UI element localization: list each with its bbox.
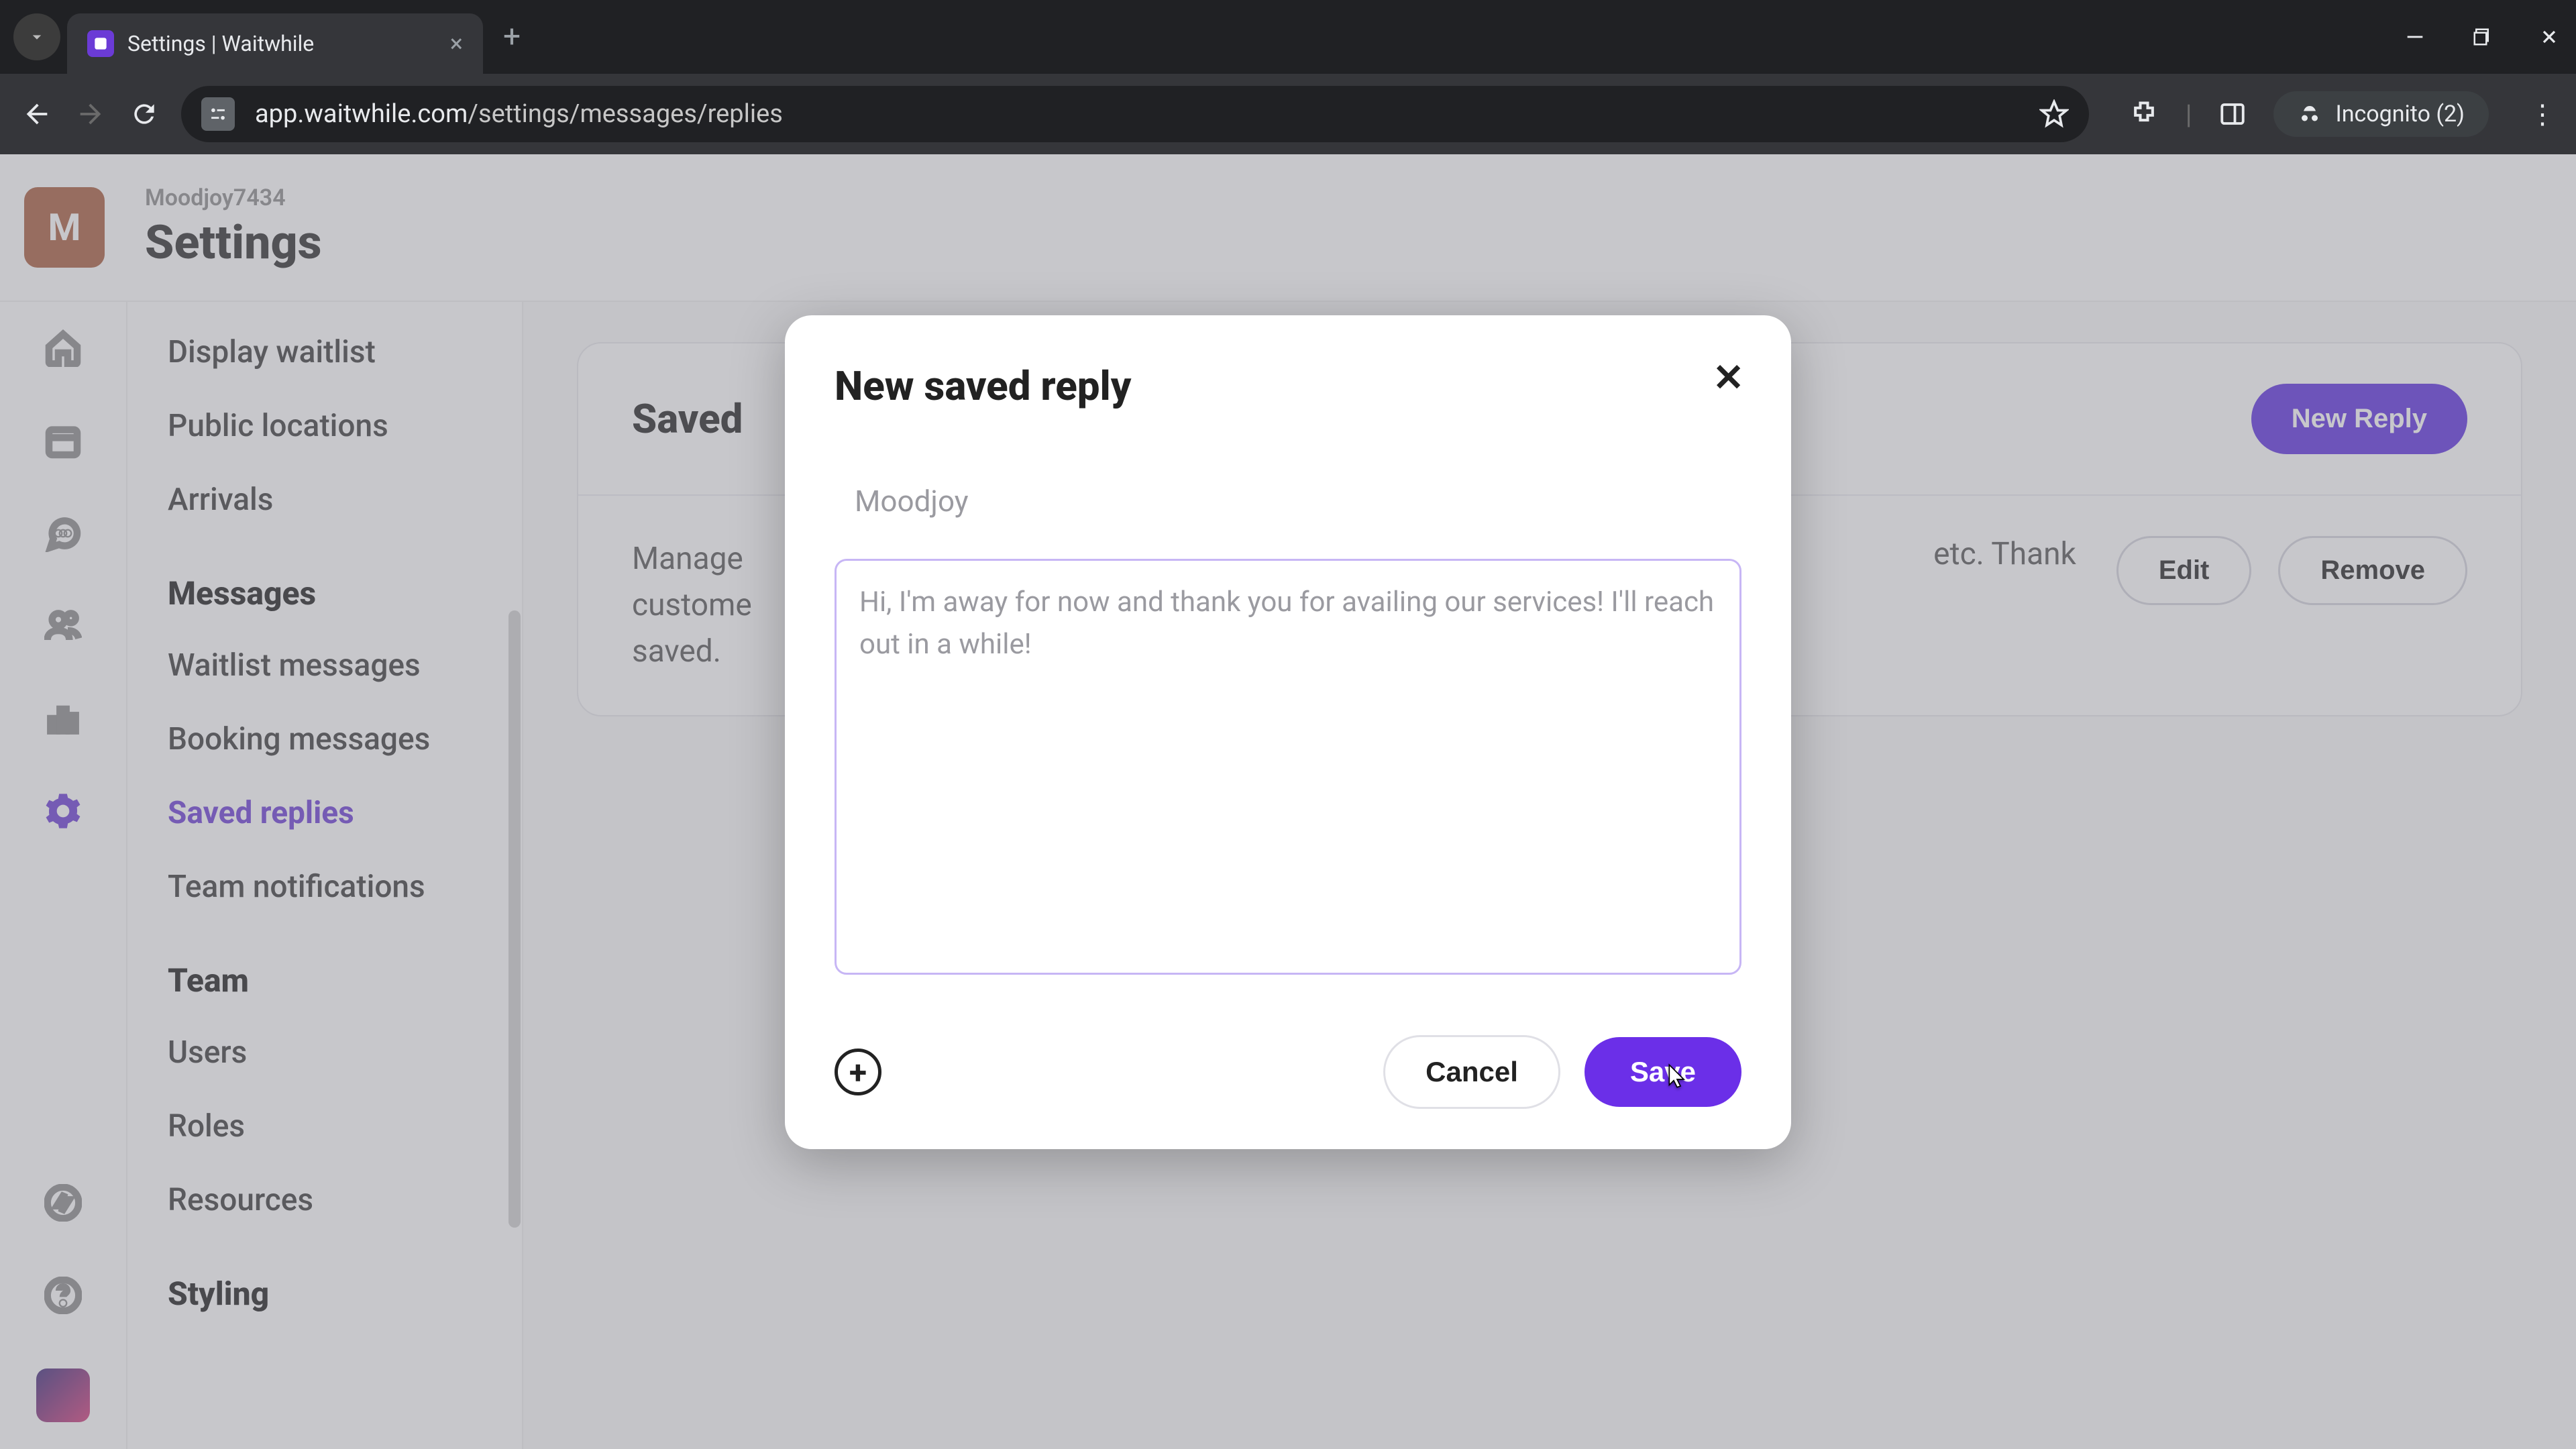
url-text: app.waitwhile.com/settings/messages/repl…	[255, 99, 2019, 129]
add-variable-button[interactable]: +	[835, 1049, 881, 1095]
nav-back-icon[interactable]	[20, 97, 54, 131]
modal-overlay[interactable]: New saved reply ✕ Moodjoy + Cancel Save	[0, 154, 2576, 1449]
site-settings-icon[interactable]	[201, 97, 235, 131]
nav-reload-icon[interactable]	[127, 97, 161, 131]
reply-body-textarea[interactable]	[835, 559, 1741, 975]
bookmark-star-icon[interactable]	[2039, 99, 2069, 129]
sidepanel-icon[interactable]	[2218, 100, 2247, 128]
tab-search-dropdown[interactable]	[13, 13, 60, 60]
new-tab-button[interactable]: +	[503, 19, 521, 55]
incognito-label: Incognito (2)	[2335, 101, 2465, 127]
browser-menu-icon[interactable]: ⋮	[2529, 99, 2556, 130]
address-bar[interactable]: app.waitwhile.com/settings/messages/repl…	[181, 86, 2089, 142]
app-viewport: M Moodjoy7434 Settings	[0, 154, 2576, 1449]
window-controls	[2402, 0, 2563, 74]
modal-title: New saved reply	[835, 362, 1741, 410]
tab-title: Settings | Waitwhile	[127, 31, 437, 56]
browser-tab-active[interactable]: Settings | Waitwhile ×	[67, 13, 483, 74]
browser-titlebar: Settings | Waitwhile × +	[0, 0, 2576, 74]
save-button[interactable]: Save	[1585, 1037, 1741, 1107]
toolbar-right: | Incognito (2)	[2129, 91, 2489, 137]
tab-close-icon[interactable]: ×	[450, 32, 463, 56]
browser-toolbar: app.waitwhile.com/settings/messages/repl…	[0, 74, 2576, 154]
toolbar-separator: |	[2186, 99, 2192, 130]
window-minimize-icon[interactable]	[2402, 23, 2428, 50]
nav-forward-icon[interactable]	[74, 97, 107, 131]
window-maximize-icon[interactable]	[2469, 23, 2496, 50]
window-close-icon[interactable]	[2536, 23, 2563, 50]
cancel-button[interactable]: Cancel	[1383, 1035, 1560, 1109]
new-saved-reply-modal: New saved reply ✕ Moodjoy + Cancel Save	[785, 315, 1791, 1149]
extensions-icon[interactable]	[2129, 99, 2159, 129]
reply-name-input[interactable]: Moodjoy	[835, 470, 1741, 532]
incognito-indicator[interactable]: Incognito (2)	[2273, 91, 2489, 137]
save-button-label: Save	[1630, 1056, 1696, 1087]
favicon	[87, 30, 114, 57]
modal-close-icon[interactable]: ✕	[1713, 356, 1744, 400]
